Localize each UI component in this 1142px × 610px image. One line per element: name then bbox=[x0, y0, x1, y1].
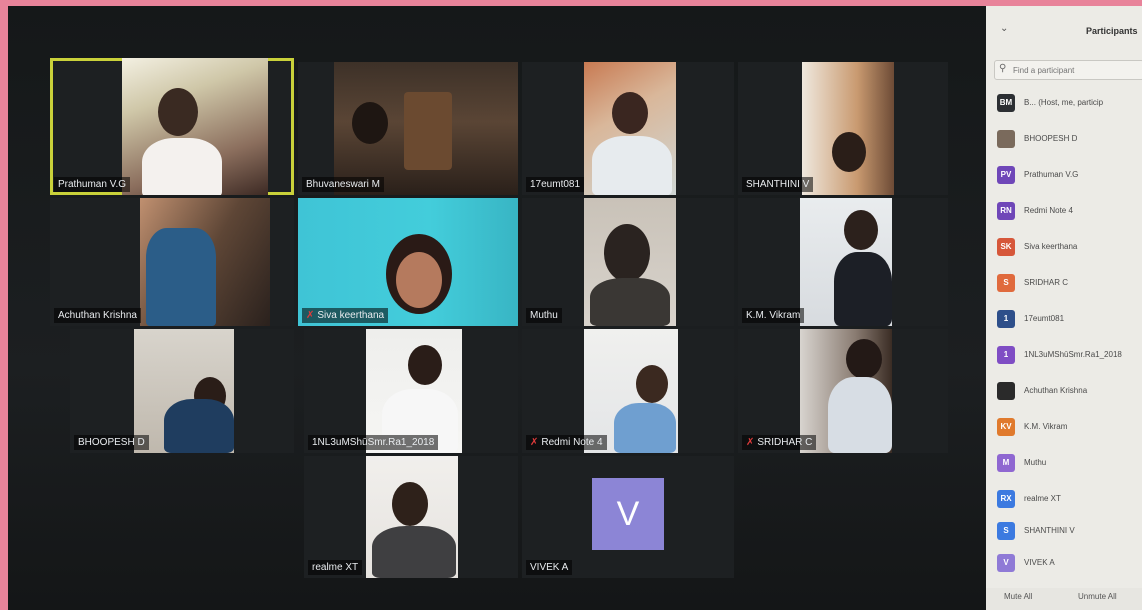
participant-row[interactable]: S SRIDHAR C bbox=[994, 272, 1142, 296]
participant-name-label: Muthu bbox=[526, 308, 562, 323]
search-icon: ⚲ bbox=[999, 63, 1007, 74]
panel-footer: Mute All Unmute All bbox=[986, 588, 1142, 610]
participant-search[interactable]: ⚲ bbox=[994, 60, 1142, 80]
video-tile[interactable]: K.M. Vikram bbox=[738, 198, 948, 326]
participant-name-label: Achuthan Krishna bbox=[54, 308, 141, 323]
participant-row[interactable]: RN Redmi Note 4 bbox=[994, 200, 1142, 224]
video-feed bbox=[134, 329, 234, 453]
avatar: PV bbox=[997, 166, 1015, 184]
participant-row[interactable]: BM B... (Host, me, particip bbox=[994, 92, 1142, 116]
participant-row[interactable]: SK Siva keerthana bbox=[994, 236, 1142, 260]
participant-name: VIVEK A bbox=[1024, 558, 1055, 567]
participant-name: 17eumt081 bbox=[1024, 314, 1065, 323]
participant-name: SHANTHINI V bbox=[1024, 526, 1075, 535]
video-tile[interactable]: SHANTHINI V bbox=[738, 62, 948, 195]
video-feed bbox=[298, 198, 518, 326]
video-tile[interactable]: Bhuvaneswari M bbox=[298, 62, 518, 195]
panel-title: Participants bbox=[1086, 26, 1138, 36]
participant-name: Muthu bbox=[1024, 458, 1047, 467]
video-feed bbox=[584, 198, 676, 326]
avatar: RX bbox=[997, 490, 1015, 508]
video-tile[interactable]: ✗ SRIDHAR C bbox=[738, 329, 948, 453]
panel-header: ⌄ Participants bbox=[986, 6, 1142, 56]
video-tile[interactable]: ✗ Siva keerthana bbox=[298, 198, 518, 326]
participant-row[interactable]: 1 1NL3uMShūSmr.Ra1_2018 bbox=[994, 344, 1142, 368]
unmute-all-button[interactable]: Unmute All bbox=[1078, 592, 1117, 601]
participant-row[interactable]: V VIVEK A bbox=[994, 552, 1142, 576]
avatar: RN bbox=[997, 202, 1015, 220]
participant-name: SRIDHAR C bbox=[1024, 278, 1069, 287]
participant-row[interactable]: KV K.M. Vikram bbox=[994, 416, 1142, 440]
zoom-window: Prathuman V.G Bhuvaneswari M 17eumt081 S… bbox=[8, 6, 1142, 610]
participant-name-label: Prathuman V.G bbox=[54, 177, 131, 192]
video-tile[interactable]: ✗ Redmi Note 4 bbox=[522, 329, 734, 453]
avatar: 1 bbox=[997, 310, 1015, 328]
participant-name: Redmi Note 4 bbox=[1024, 206, 1073, 215]
participant-name: K.M. Vikram bbox=[1024, 422, 1068, 431]
participant-name-label: VIVEK A bbox=[526, 560, 573, 575]
participant-row[interactable]: PV Prathuman V.G bbox=[994, 164, 1142, 188]
avatar: V bbox=[592, 478, 664, 550]
video-tile[interactable]: 1NL3uMShūSmr.Ra1_2018 bbox=[304, 329, 518, 453]
video-feed bbox=[584, 62, 676, 195]
video-tile[interactable]: Prathuman V.G bbox=[50, 58, 294, 195]
avatar: S bbox=[997, 522, 1015, 540]
video-feed bbox=[366, 456, 458, 578]
mic-muted-icon: ✗ bbox=[746, 437, 755, 448]
avatar: M bbox=[997, 454, 1015, 472]
mic-muted-icon: ✗ bbox=[306, 310, 315, 321]
avatar bbox=[997, 130, 1015, 148]
video-tile[interactable]: BHOOPESH D bbox=[70, 329, 294, 453]
video-tile[interactable]: Muthu bbox=[522, 198, 734, 326]
participant-name: Siva keerthana bbox=[1024, 242, 1078, 251]
participant-name: 1NL3uMShūSmr.Ra1_2018 bbox=[1024, 350, 1122, 359]
participant-row[interactable]: M Muthu bbox=[994, 452, 1142, 476]
participant-name: realme XT bbox=[1024, 494, 1061, 503]
avatar: 1 bbox=[997, 346, 1015, 364]
participant-row[interactable]: BHOOPESH D bbox=[994, 128, 1142, 152]
participant-row[interactable]: S SHANTHINI V bbox=[994, 520, 1142, 544]
participant-name: Achuthan Krishna bbox=[1024, 386, 1088, 395]
participant-name: Prathuman V.G bbox=[1024, 170, 1079, 179]
avatar bbox=[997, 382, 1015, 400]
mic-muted-icon: ✗ bbox=[530, 437, 539, 448]
participant-name-label: ✗ SRIDHAR C bbox=[742, 435, 817, 450]
avatar: SK bbox=[997, 238, 1015, 256]
participant-name: B... (Host, me, particip bbox=[1024, 98, 1104, 107]
video-feed bbox=[334, 62, 518, 195]
video-feed bbox=[122, 58, 268, 195]
participants-panel: ⌄ Participants ⚲ BM B... (Host, me, part… bbox=[986, 6, 1142, 610]
search-input[interactable] bbox=[1011, 63, 1142, 77]
participant-name-label: ✗ Siva keerthana bbox=[302, 308, 389, 323]
video-feed bbox=[802, 62, 894, 195]
avatar: BM bbox=[997, 94, 1015, 112]
avatar: S bbox=[997, 274, 1015, 292]
participant-name: BHOOPESH D bbox=[1024, 134, 1078, 143]
video-gallery: Prathuman V.G Bhuvaneswari M 17eumt081 S… bbox=[8, 6, 986, 610]
participant-row[interactable]: RX realme XT bbox=[994, 488, 1142, 512]
participant-name-label: K.M. Vikram bbox=[742, 308, 805, 323]
video-tile[interactable]: V VIVEK A bbox=[522, 456, 734, 578]
participant-name-label: 17eumt081 bbox=[526, 177, 585, 192]
video-feed bbox=[140, 198, 270, 326]
video-tile[interactable]: Achuthan Krishna bbox=[50, 198, 294, 326]
participant-row[interactable]: 1 17eumt081 bbox=[994, 308, 1142, 332]
participant-name-label: 1NL3uMShūSmr.Ra1_2018 bbox=[308, 435, 439, 450]
participant-name-label: ✗ Redmi Note 4 bbox=[526, 435, 607, 450]
participant-name-label: realme XT bbox=[308, 560, 363, 575]
avatar: KV bbox=[997, 418, 1015, 436]
chevron-down-icon[interactable]: ⌄ bbox=[1000, 23, 1008, 34]
mute-all-button[interactable]: Mute All bbox=[1004, 592, 1032, 601]
avatar: V bbox=[997, 554, 1015, 572]
video-feed bbox=[800, 198, 892, 326]
participant-name-label: Bhuvaneswari M bbox=[302, 177, 384, 192]
video-tile[interactable]: 17eumt081 bbox=[522, 62, 734, 195]
participant-row[interactable]: Achuthan Krishna bbox=[994, 380, 1142, 404]
participant-name-label: SHANTHINI V bbox=[742, 177, 814, 192]
participant-name-label: BHOOPESH D bbox=[74, 435, 149, 450]
video-tile[interactable]: realme XT bbox=[304, 456, 518, 578]
